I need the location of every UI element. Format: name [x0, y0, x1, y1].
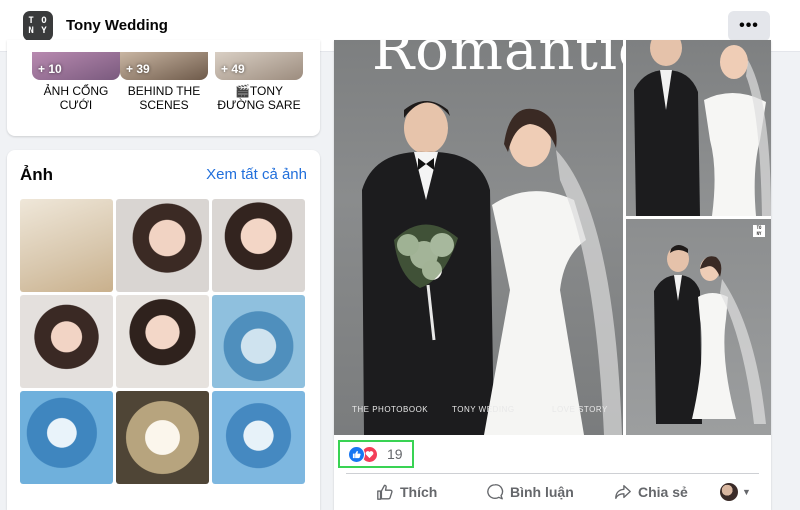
photo-thumbnail[interactable]: [116, 199, 209, 292]
highlight-thumbnail: + 39: [120, 52, 208, 80]
couple-illustration: [362, 101, 622, 435]
photo-thumbnail[interactable]: [20, 295, 113, 388]
thumbs-up-icon: [352, 450, 361, 458]
comment-button[interactable]: Bình luận: [486, 477, 574, 507]
page-title[interactable]: Tony Wedding: [66, 17, 168, 34]
thumbs-up-icon: [377, 484, 393, 500]
photo-thumbnail[interactable]: [212, 391, 305, 484]
share-button[interactable]: Chia sẻ: [614, 477, 688, 507]
logo-line-2: N Y: [28, 26, 48, 36]
highlight-thumbnail: + 10: [32, 52, 120, 80]
page-logo[interactable]: T O N Y: [23, 11, 53, 41]
photo-thumbnail[interactable]: [212, 295, 305, 388]
highlight-count: + 49: [221, 62, 245, 76]
highlight-label: ẢNH CỔNG CƯỚI: [43, 84, 109, 112]
see-all-photos-link[interactable]: Xem tất cả ảnh: [206, 166, 307, 183]
highlight-item[interactable]: + 39 BEHIND THE SCENES: [120, 52, 208, 112]
chevron-down-icon: ▼: [742, 487, 751, 497]
highlights-card: + 10 ẢNH CỔNG CƯỚI + 39 BEHIND THE SCENE…: [7, 40, 320, 136]
watermark-line-2: NY: [756, 231, 762, 236]
photo-grid: [20, 199, 308, 484]
highlight-thumbnail: + 49: [215, 52, 303, 80]
photo-thumbnail[interactable]: [212, 199, 305, 292]
highlight-label: 🎬TONY ĐƯỜNG SARE: [217, 84, 301, 112]
reaction-summary[interactable]: 19: [338, 440, 414, 468]
heart-icon: [365, 450, 374, 458]
logo-line-1: T O: [28, 16, 48, 26]
post-side-photo-top[interactable]: [626, 40, 771, 216]
post-photo-collage: Romantic THE PHOTOBOOK TONY WEDING LOVE …: [334, 40, 771, 435]
watermark-logo: TO NY: [753, 225, 765, 237]
avatar: [720, 483, 738, 501]
highlight-label: BEHIND THE SCENES: [127, 84, 201, 112]
like-label: Thích: [400, 484, 438, 500]
photos-card: Ảnh Xem tất cả ảnh: [7, 150, 320, 510]
couple-illustration: [634, 40, 771, 216]
photo-caption: LOVE STORY: [552, 405, 608, 414]
photo-thumbnail[interactable]: [20, 199, 113, 292]
divider: [346, 473, 759, 474]
post-card: Romantic THE PHOTOBOOK TONY WEDING LOVE …: [334, 40, 771, 510]
like-button[interactable]: Thích: [376, 477, 437, 507]
photo-thumbnail[interactable]: [116, 391, 209, 484]
post-actions: Thích Bình luận Chia sẻ ▼: [334, 476, 771, 508]
highlight-item[interactable]: + 10 ẢNH CỔNG CƯỚI: [32, 52, 120, 112]
post-side-photo-bottom[interactable]: TO NY: [626, 219, 771, 435]
comment-label: Bình luận: [510, 484, 574, 500]
photo-thumbnail[interactable]: [20, 391, 113, 484]
more-options-button[interactable]: •••: [728, 11, 770, 41]
share-label: Chia sẻ: [638, 484, 688, 500]
more-icon: •••: [739, 17, 759, 34]
highlight-count: + 39: [126, 62, 150, 76]
like-reaction-icon: [348, 445, 365, 463]
photo-thumbnail[interactable]: [116, 295, 209, 388]
highlight-item[interactable]: + 49 🎬TONY ĐƯỜNG SARE: [215, 52, 303, 112]
reaction-count: 19: [387, 446, 403, 462]
post-photo-title: Romantic: [372, 40, 623, 83]
couple-illustration: [654, 245, 766, 424]
comment-icon: [487, 484, 504, 500]
share-icon: [615, 485, 631, 499]
react-as-selector[interactable]: ▼: [720, 477, 751, 507]
post-main-photo[interactable]: Romantic THE PHOTOBOOK TONY WEDING LOVE …: [334, 40, 623, 435]
photos-title: Ảnh: [20, 165, 54, 184]
highlight-count: + 10: [38, 62, 62, 76]
photo-caption: THE PHOTOBOOK: [352, 405, 429, 414]
photo-caption: TONY WEDING: [452, 405, 515, 414]
